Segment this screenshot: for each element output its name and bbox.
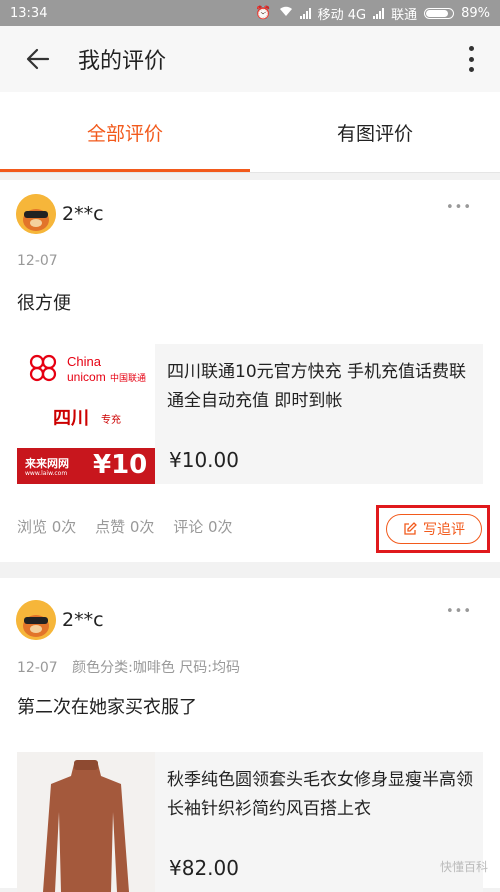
append-review-label: 写追评 xyxy=(423,522,465,538)
review-meta: 12-07 颜色分类:咖啡色 尺码:均码 xyxy=(17,657,250,677)
back-arrow-icon[interactable] xyxy=(26,47,50,71)
thumb-brand-en-1: China xyxy=(67,354,101,369)
review-username: 2**c xyxy=(62,203,104,225)
alarm-icon: ⏰ xyxy=(255,5,272,21)
tab-all-reviews[interactable]: 全部评价 xyxy=(0,92,250,172)
page-title: 我的评价 xyxy=(78,49,167,74)
more-options-icon[interactable] xyxy=(468,46,474,72)
avatar[interactable] xyxy=(16,194,56,234)
status-bar: 13:34 ⏰ 移动 4G 联通 89% xyxy=(0,0,500,26)
review-meta: 12-07 xyxy=(17,253,68,269)
carrier-2: 联通 xyxy=(391,7,418,23)
wifi-icon xyxy=(279,6,293,21)
thumb-price-banner: 来来网网 www.laiw.com ¥10 xyxy=(17,448,155,484)
status-time: 13:34 xyxy=(10,5,48,21)
avatar[interactable] xyxy=(16,600,56,640)
review-card: 2**c ••• 12-07 颜色分类:咖啡色 尺码:均码 第二次在她家买衣服了… xyxy=(0,578,500,892)
review-content: 第二次在她家买衣服了 xyxy=(17,697,197,718)
review-card: 2**c ••• 12-07 很方便 China unicom 中国联通 四川 … xyxy=(0,180,500,562)
product-price: ¥10.00 xyxy=(169,448,239,472)
review-date: 12-07 xyxy=(17,660,58,676)
review-username: 2**c xyxy=(62,609,104,631)
review-tabs: 全部评价 有图评价 xyxy=(0,92,500,172)
thumb-brand-cn: 中国联通 xyxy=(110,374,147,384)
divider xyxy=(0,172,500,173)
review-date: 12-07 xyxy=(17,253,58,269)
product-title: 秋季纯色圆领套头毛衣女修身显瘦半高领长袖针织衫简约风百搭上衣 xyxy=(167,770,473,819)
thumb-face-value: ¥10 xyxy=(93,450,148,480)
review-more-icon[interactable]: ••• xyxy=(446,604,472,619)
review-stats: 浏览 0次 点赞 0次 评论 0次 xyxy=(17,516,247,537)
watermark: 快懂百科 xyxy=(439,860,488,874)
app-bar: 我的评价 xyxy=(0,26,500,92)
product-card[interactable]: 秋季纯色圆领套头毛衣女修身显瘦半高领长袖针织衫简约风百搭上衣 ¥82.00 xyxy=(17,752,483,892)
thumb-tag: 专充 xyxy=(101,415,121,426)
product-title: 四川联通10元官方快充 手机充值话费联通全自动充值 即时到帐 xyxy=(167,362,467,411)
signal-icon-1 xyxy=(299,7,311,19)
battery-icon xyxy=(424,7,455,19)
product-card[interactable]: China unicom 中国联通 四川 专充 来来网网 www.laiw.co… xyxy=(17,344,483,484)
comment-count: 评论 0次 xyxy=(173,518,233,536)
review-spec: 颜色分类:咖啡色 尺码:均码 xyxy=(72,660,241,676)
battery-level: 89% xyxy=(461,5,490,21)
carrier-1: 移动 4G xyxy=(317,7,367,23)
review-content: 很方便 xyxy=(17,293,71,314)
thumb-brand-en-2: unicom xyxy=(67,370,106,384)
edit-icon xyxy=(404,522,417,535)
product-thumbnail: China unicom 中国联通 四川 专充 来来网网 www.laiw.co… xyxy=(17,344,155,484)
like-count: 点赞 0次 xyxy=(95,518,155,536)
review-more-icon[interactable]: ••• xyxy=(446,200,472,215)
append-review-button[interactable]: 写追评 xyxy=(386,514,482,544)
tab-photo-reviews[interactable]: 有图评价 xyxy=(250,92,500,172)
thumb-region: 四川 xyxy=(53,408,89,429)
thumb-shop-url: www.laiw.com xyxy=(25,470,68,477)
view-count: 浏览 0次 xyxy=(17,518,77,536)
product-price: ¥82.00 xyxy=(169,856,239,880)
signal-icon-2 xyxy=(373,7,385,19)
thumb-shop-name: 来来网网 xyxy=(25,457,69,470)
product-thumbnail xyxy=(17,752,155,892)
